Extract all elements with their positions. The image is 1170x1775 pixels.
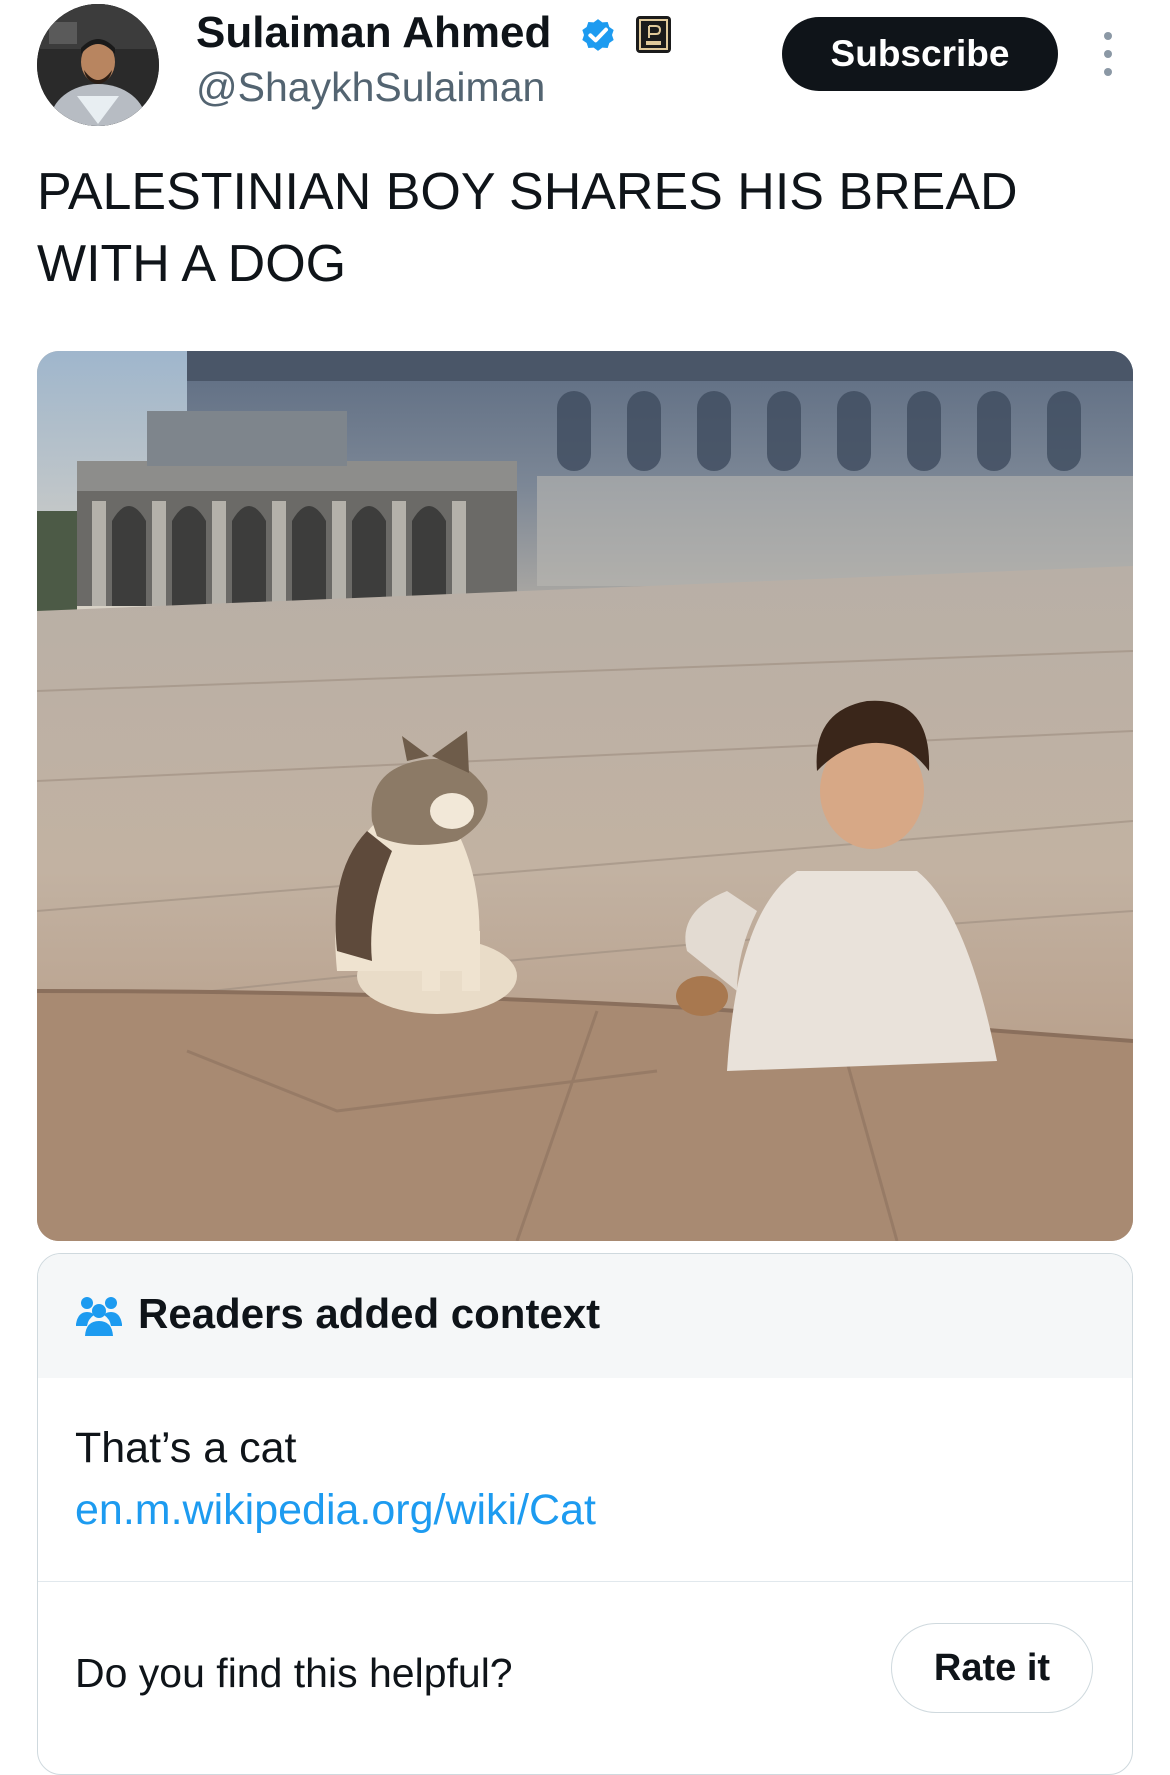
verified-badge-icon: [582, 19, 614, 51]
community-note-body: That’s a cat: [75, 1424, 297, 1472]
author-avatar[interactable]: [37, 4, 159, 126]
note-divider: [38, 1581, 1132, 1582]
community-note-card: Readers added context That’s a cat en.m.…: [37, 1253, 1133, 1775]
tweet-text: PALESTINIAN BOY SHARES HIS BREAD WITH A …: [37, 163, 1018, 293]
community-note-source-link[interactable]: en.m.wikipedia.org/wiki/Cat: [75, 1486, 596, 1535]
video-still: [37, 351, 1133, 1241]
author-display-name[interactable]: Sulaiman Ahmed: [196, 8, 551, 58]
tweet-media[interactable]: [37, 351, 1133, 1241]
community-note-title: Readers added context: [138, 1290, 601, 1337]
avatar-image: [37, 4, 159, 126]
people-icon: [76, 1297, 122, 1336]
rate-it-button[interactable]: Rate it: [891, 1623, 1093, 1713]
subscribe-button[interactable]: Subscribe: [782, 17, 1058, 91]
more-vertical-icon[interactable]: [1090, 28, 1126, 80]
author-handle[interactable]: @ShaykhSulaiman: [196, 64, 545, 111]
affiliate-badge-icon: [636, 16, 671, 53]
helpful-question: Do you find this helpful?: [75, 1650, 513, 1696]
community-note-header: Readers added context: [38, 1254, 1132, 1378]
